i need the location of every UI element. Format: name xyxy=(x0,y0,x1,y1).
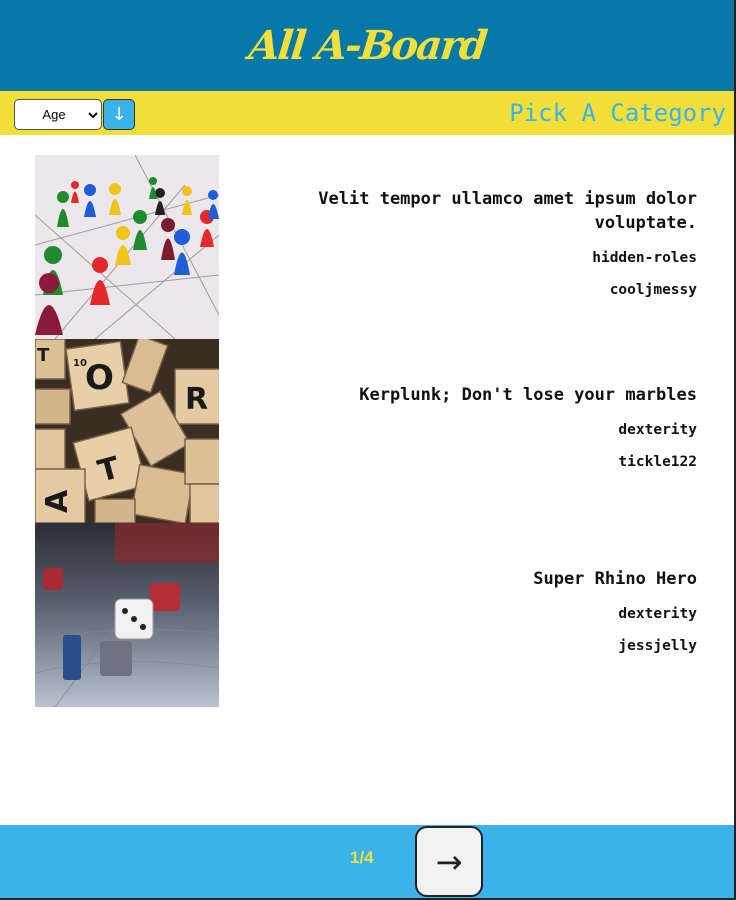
game-category: dexterity xyxy=(618,422,697,438)
page-indicator: 1/4 xyxy=(350,848,374,867)
game-info: Super Rhino Hero dexterity jessjelly xyxy=(265,567,697,655)
game-author: cooljmessy xyxy=(609,282,697,298)
game-card[interactable]: Super Rhino Hero dexterity jessjelly xyxy=(35,523,705,707)
game-author: jessjelly xyxy=(618,638,697,654)
game-info: Kerplunk; Don't lose your marbles dexter… xyxy=(265,383,697,471)
game-thumbnail-dice[interactable] xyxy=(35,523,219,707)
sort-order-button[interactable]: ↓ xyxy=(103,99,135,130)
game-thumbnail-scrabble[interactable]: O 10 R T A T xyxy=(35,339,219,523)
game-title[interactable]: Velit tempor ullamco amet ipsum dolor vo… xyxy=(265,187,697,235)
game-title[interactable]: Super Rhino Hero xyxy=(265,567,697,591)
arrow-right-icon: → xyxy=(435,842,463,881)
game-card[interactable]: Velit tempor ullamco amet ipsum dolor vo… xyxy=(35,155,705,339)
sort-select[interactable]: Age xyxy=(14,99,102,130)
pagination-footer: 1/4 → xyxy=(0,825,734,898)
chevron-down-icon xyxy=(85,100,101,129)
game-author: tickle122 xyxy=(618,454,697,470)
svg-text:O: O xyxy=(85,358,114,398)
next-page-button[interactable]: → xyxy=(415,826,483,897)
svg-text:T: T xyxy=(37,345,50,366)
game-thumbnail-pawns[interactable] xyxy=(35,155,219,339)
category-picker[interactable]: Pick A Category xyxy=(509,99,726,127)
game-info: Velit tempor ullamco amet ipsum dolor vo… xyxy=(265,187,697,299)
game-category: dexterity xyxy=(618,606,697,622)
arrow-down-icon: ↓ xyxy=(111,104,127,125)
filter-toolbar: Age ↓ Pick A Category xyxy=(0,91,734,135)
svg-text:A: A xyxy=(40,489,75,513)
game-card[interactable]: O 10 R T A T Kerplunk; Don't lose your m… xyxy=(35,339,705,523)
svg-text:R: R xyxy=(185,382,208,417)
svg-text:10: 10 xyxy=(73,358,87,369)
game-category: hidden-roles xyxy=(592,250,697,266)
sort-select-value: Age xyxy=(42,107,66,122)
site-header: All A-Board xyxy=(0,0,734,91)
game-title[interactable]: Kerplunk; Don't lose your marbles xyxy=(265,383,697,407)
brand-logo[interactable]: All A-Board xyxy=(246,22,487,69)
